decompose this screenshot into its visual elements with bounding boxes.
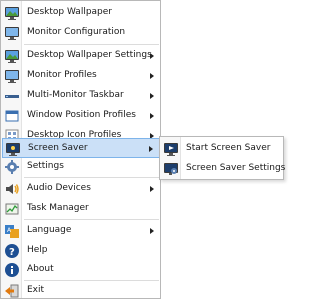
multi-monitor-taskbar-icon xyxy=(4,88,20,104)
submenu-arrow-icon xyxy=(150,228,154,234)
menu-item-multi-monitor-taskbar[interactable]: Multi-Monitor Taskbar xyxy=(2,86,160,106)
menu-item-label: Monitor Configuration xyxy=(27,27,126,37)
menu-item-label: Screen Saver xyxy=(28,143,88,153)
submenu-arrow-icon xyxy=(150,53,154,59)
menu-item-label: About xyxy=(27,264,54,274)
about-info-icon xyxy=(4,262,20,278)
task-manager-icon xyxy=(4,201,20,217)
submenu-arrow-icon xyxy=(149,146,153,152)
desktop-wallpaper-icon xyxy=(4,5,20,21)
menu-item-audio-devices[interactable]: Audio Devices xyxy=(2,179,160,199)
start-screen-saver-icon xyxy=(163,141,179,157)
svg-text:?: ? xyxy=(9,247,15,258)
menu-item-label: Task Manager xyxy=(27,203,89,213)
submenu-item-label: Screen Saver Settings xyxy=(186,163,286,173)
submenu-arrow-icon xyxy=(150,73,154,79)
window-position-profiles-icon xyxy=(4,108,20,124)
help-icon: ? xyxy=(4,243,20,259)
menu-item-task-manager[interactable]: Task Manager xyxy=(2,199,160,219)
menu-item-label: Settings xyxy=(27,161,64,171)
menu-item-help[interactable]: ? Help xyxy=(2,241,160,261)
monitor-configuration-icon xyxy=(4,25,20,41)
context-menu: Desktop Wallpaper Monitor Configuration xyxy=(0,0,161,299)
menu-item-language[interactable]: A Language xyxy=(2,221,160,241)
exit-icon xyxy=(4,283,20,299)
menu-separator xyxy=(24,177,159,178)
screen-saver-icon xyxy=(5,141,21,157)
submenu-arrow-icon xyxy=(150,93,154,99)
menu-separator xyxy=(24,219,159,220)
submenu-arrow-icon xyxy=(150,113,154,119)
menu-item-monitor-profiles[interactable]: Monitor Profiles xyxy=(2,66,160,86)
menu-item-label: Audio Devices xyxy=(27,183,91,193)
menu-item-label: Multi-Monitor Taskbar xyxy=(27,90,124,100)
language-icon: A xyxy=(4,223,20,239)
menu-item-label: Window Position Profiles xyxy=(27,110,136,120)
screen-saver-submenu: Start Screen Saver Screen Saver Settings xyxy=(159,136,286,180)
menu-item-label: Exit xyxy=(27,285,45,295)
menu-item-desktop-wallpaper-settings[interactable]: Desktop Wallpaper Settings xyxy=(2,46,160,66)
menu-item-label: Desktop Wallpaper xyxy=(27,7,112,17)
menu-item-settings[interactable]: Settings xyxy=(2,157,160,177)
menu-item-monitor-configuration[interactable]: Monitor Configuration xyxy=(2,23,160,43)
menu-item-label: Monitor Profiles xyxy=(27,70,97,80)
submenu-item-label: Start Screen Saver xyxy=(186,143,271,153)
settings-gear-icon xyxy=(4,159,20,175)
submenu-item-screen-saver-settings[interactable]: Screen Saver Settings xyxy=(161,159,286,179)
menu-item-exit[interactable]: Exit xyxy=(2,281,160,301)
audio-devices-icon xyxy=(4,181,20,197)
screen-saver-settings-icon xyxy=(163,161,179,177)
menu-separator xyxy=(24,44,159,45)
submenu-arrow-icon xyxy=(150,186,154,192)
submenu-item-start-screen-saver[interactable]: Start Screen Saver xyxy=(161,139,282,159)
menu-item-about[interactable]: About xyxy=(2,260,160,280)
menu-item-label: Help xyxy=(27,245,48,255)
menu-item-label: Language xyxy=(27,225,72,235)
menu-item-label: Desktop Wallpaper Settings xyxy=(27,50,152,60)
monitor-profiles-icon xyxy=(4,68,20,84)
desktop-wallpaper-settings-icon xyxy=(4,48,20,64)
menu-item-window-position-profiles[interactable]: Window Position Profiles xyxy=(2,106,160,126)
menu-item-desktop-wallpaper[interactable]: Desktop Wallpaper xyxy=(2,3,160,23)
menu-item-screen-saver[interactable]: Screen Saver xyxy=(2,138,160,158)
